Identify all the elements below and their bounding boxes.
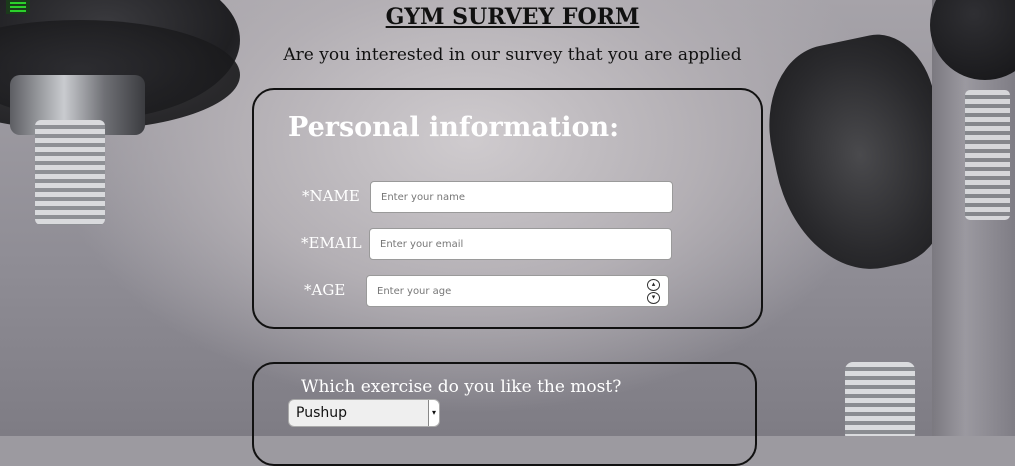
section-heading: Personal information: [288,112,620,143]
exercise-section: Which exercise do you like the most? Pus… [252,362,757,466]
page-subtitle: Are you interested in our survey that yo… [283,45,742,65]
exercise-select[interactable]: Pushup ▾ [288,399,440,427]
personal-information-section: Personal information: *NAME *EMAIL *AGE … [252,88,763,329]
name-input[interactable] [370,181,673,213]
email-label: *EMAIL [301,234,362,252]
chevron-up-icon[interactable]: ▴ [647,279,660,291]
exercise-selected-value: Pushup [296,405,347,421]
name-label: *NAME [302,187,360,205]
age-input[interactable] [366,275,669,307]
age-stepper[interactable]: ▴ ▾ [647,279,660,305]
age-label: *AGE [304,281,346,299]
page-title: GYM SURVEY FORM [385,4,640,30]
dropdown-arrow-icon[interactable]: ▾ [428,400,439,426]
email-input[interactable] [369,228,672,260]
exercise-question: Which exercise do you like the most? [301,377,622,397]
chevron-down-icon[interactable]: ▾ [647,292,660,304]
